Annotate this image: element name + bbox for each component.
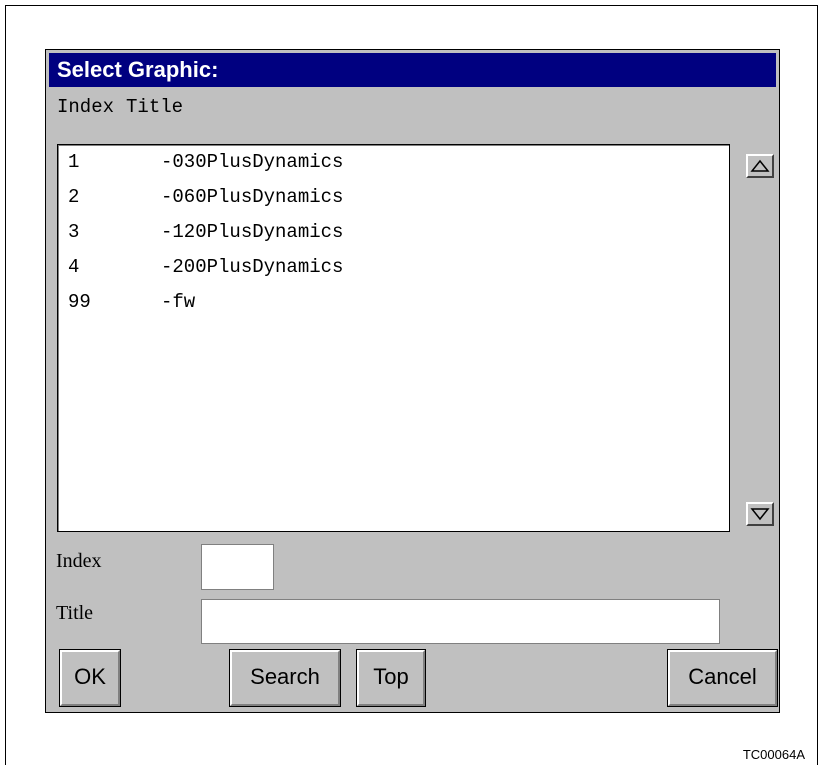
dialog-title: Select Graphic: xyxy=(49,53,776,87)
search-button[interactable]: Search xyxy=(229,649,341,707)
figure-id: TC00064A xyxy=(742,747,805,762)
index-label: Index xyxy=(56,550,102,572)
column-header-title: Title xyxy=(126,96,184,118)
list-item-index: 3 xyxy=(68,221,80,243)
top-button-label: Top xyxy=(373,664,409,689)
list-item[interactable]: 2 -060PlusDynamics xyxy=(58,180,729,215)
scroll-up-button[interactable] xyxy=(746,154,774,178)
list-item[interactable]: 99 -fw xyxy=(58,285,729,320)
triangle-up-icon xyxy=(750,159,770,172)
list-item-title: -120PlusDynamics xyxy=(161,221,344,243)
list-item-index: 2 xyxy=(68,186,80,208)
cancel-button[interactable]: Cancel xyxy=(667,649,778,707)
select-graphic-dialog: Select Graphic: Index Title 1 -030PlusDyn… xyxy=(45,49,780,713)
title-field[interactable] xyxy=(201,599,720,644)
button-bar: OK Search Top Cancel xyxy=(49,649,778,707)
list-item-index: 1 xyxy=(68,151,80,173)
list-item-title: -030PlusDynamics xyxy=(161,151,344,173)
column-header-index: Index xyxy=(57,96,115,118)
list-column-headers: Index Title xyxy=(57,94,183,120)
ok-button-label: OK xyxy=(74,664,106,689)
list-item[interactable]: 1 -030PlusDynamics xyxy=(58,145,729,180)
scroll-down-button[interactable] xyxy=(746,502,774,526)
triangle-down-icon xyxy=(750,508,770,521)
list-item-title: -060PlusDynamics xyxy=(161,186,344,208)
ok-button[interactable]: OK xyxy=(59,649,121,707)
list-item[interactable]: 4 -200PlusDynamics xyxy=(58,250,729,285)
title-label: Title xyxy=(56,602,94,624)
list-item-index: 4 xyxy=(68,256,80,278)
list-item-index: 99 xyxy=(68,291,91,313)
top-button[interactable]: Top xyxy=(356,649,426,707)
graphic-list[interactable]: 1 -030PlusDynamics 2 -060PlusDynamics 3 … xyxy=(57,144,730,532)
search-button-label: Search xyxy=(250,664,320,689)
list-item[interactable]: 3 -120PlusDynamics xyxy=(58,215,729,250)
list-item-title: -200PlusDynamics xyxy=(161,256,344,278)
index-field[interactable] xyxy=(201,544,274,590)
list-item-title: -fw xyxy=(161,291,196,313)
cancel-button-label: Cancel xyxy=(688,664,757,689)
